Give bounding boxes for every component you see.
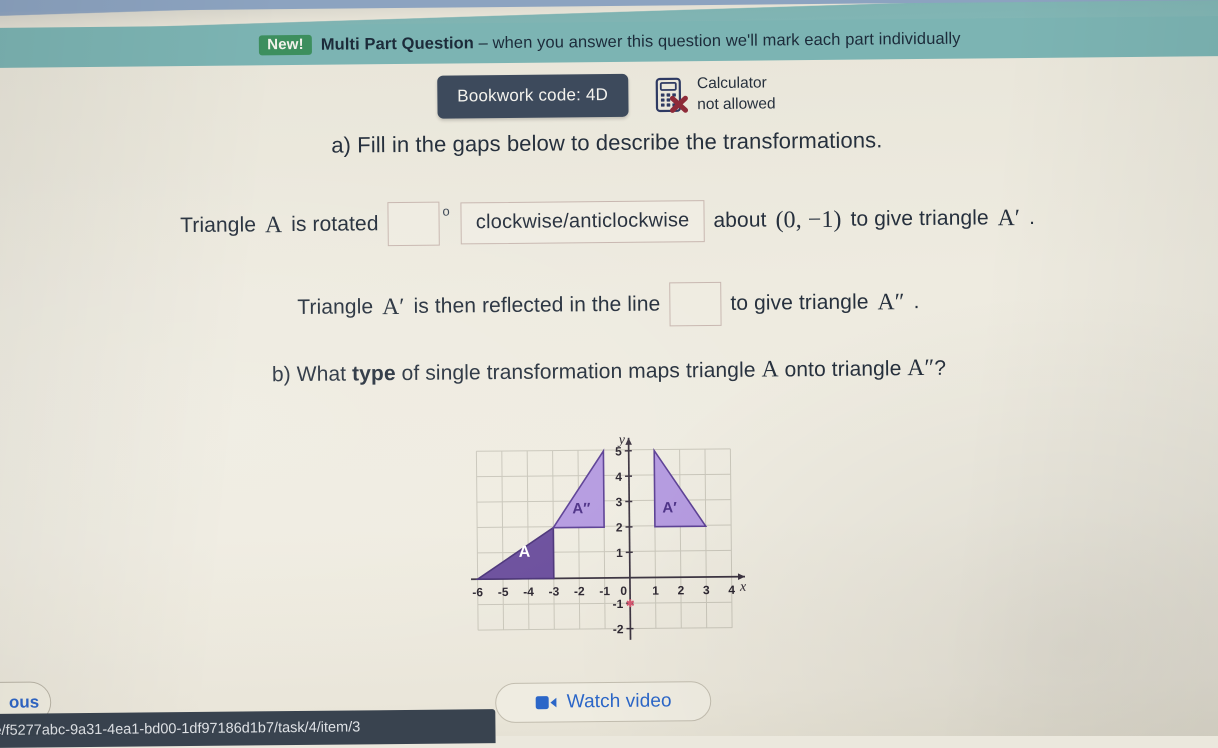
rotate-about: about	[713, 208, 766, 233]
reflect-tail: to give triangle	[730, 291, 868, 316]
reflect-result-shape: A″	[877, 289, 904, 316]
direction-select[interactable]: clockwise/anticlockwise	[461, 200, 705, 244]
y-axis-arrow	[625, 438, 632, 445]
y-tick-labels: 5 4 3 2 1 -1 -2	[611, 444, 624, 636]
calculator-not-allowed-icon	[654, 76, 688, 114]
svg-text:4: 4	[615, 470, 622, 484]
svg-text:3: 3	[616, 495, 623, 509]
bookwork-row: Bookwork code: 4D	[0, 68, 1216, 123]
triangle-a-label: A	[519, 544, 531, 561]
banner-text: Multi Part Question – when you answer th…	[321, 29, 961, 54]
status-bar: e/f5277abc-9a31-4ea1-bd00-1df97186d1b7/t…	[0, 709, 496, 748]
svg-text:1: 1	[616, 546, 623, 560]
axes	[470, 437, 746, 642]
calculator-label-line2: not allowed	[697, 94, 776, 115]
app-root: New! Multi Part Question – when you answ…	[0, 0, 1218, 742]
reflect-lead: Triangle	[297, 295, 373, 320]
rotation-angle-input[interactable]	[387, 202, 439, 246]
part-b-prompt: b) What type of single transformation ma…	[0, 352, 1218, 391]
rotate-verb: is rotated	[291, 212, 379, 237]
svg-text:-4: -4	[523, 585, 534, 599]
svg-text:-1: -1	[613, 597, 624, 611]
triangle-a-prime-label: A′	[662, 499, 677, 516]
svg-text:-2: -2	[613, 622, 624, 636]
svg-text:-1: -1	[599, 584, 610, 598]
rotation-sentence: Triangle A is rotated o clockwise/anticl…	[0, 194, 1217, 250]
calculator-status: Calculator not allowed	[654, 73, 776, 115]
graph-svg: A A″ A′ -6 -5 -4 -3 -2 -1 0 1 2 3 4	[456, 427, 758, 665]
reflection-sentence: Triangle A′ is then reflected in the lin…	[0, 277, 1218, 333]
svg-text:-5: -5	[498, 585, 509, 599]
x-axis-label: x	[739, 580, 747, 595]
part-a-prompt: a) Fill in the gaps below to describe th…	[0, 124, 1216, 162]
rotate-result-shape: A′	[998, 205, 1021, 232]
rotate-lead: Triangle	[180, 213, 256, 238]
reflect-period: .	[913, 290, 919, 314]
triangle-a-double-prime-label: A″	[572, 500, 590, 517]
part-b-bold-word: type	[352, 362, 396, 385]
part-b-shape-a: A	[761, 356, 778, 382]
svg-text:4: 4	[728, 583, 735, 597]
video-camera-icon	[535, 695, 557, 711]
coordinate-graph: A A″ A′ -6 -5 -4 -3 -2 -1 0 1 2 3 4	[456, 427, 758, 665]
calculator-label-line1: Calculator	[697, 73, 776, 94]
x-tick-labels: -6 -5 -4 -3 -2 -1 0 1 2 3 4	[472, 583, 735, 600]
reflect-shape-aprime: A′	[382, 293, 405, 320]
calculator-label: Calculator not allowed	[697, 73, 776, 115]
rotate-centre: (0, −1)	[775, 206, 841, 234]
svg-text:-3: -3	[549, 584, 560, 598]
bookwork-code-badge: Bookwork code: 4D	[437, 74, 628, 119]
svg-text:2: 2	[678, 583, 685, 597]
rotate-tail: to give triangle	[850, 206, 988, 231]
banner-bold-lead: Multi Part Question	[321, 34, 474, 53]
rotate-shape-a: A	[265, 212, 282, 239]
part-b-mid2: onto triangle	[778, 357, 907, 381]
banner-rest: – when you answer this question we'll ma…	[474, 29, 961, 52]
watch-video-label: Watch video	[567, 690, 672, 713]
watch-video-button[interactable]: Watch video	[495, 681, 711, 723]
svg-text:-6: -6	[472, 585, 483, 599]
reflect-verb: is then reflected in the line	[413, 293, 660, 319]
browser-chrome-strip	[0, 0, 1218, 12]
svg-text:0: 0	[620, 584, 627, 598]
y-axis-label: y	[617, 433, 626, 448]
mirror-line-input[interactable]	[669, 282, 721, 326]
part-b-suffix: ?	[934, 357, 946, 380]
svg-text:3: 3	[703, 583, 710, 597]
degree-symbol: o	[442, 203, 449, 218]
part-b-mid: of single transformation maps triangle	[396, 359, 762, 386]
svg-text:2: 2	[616, 520, 623, 534]
multi-part-question-banner: New! Multi Part Question – when you answ…	[0, 16, 1218, 68]
part-b-shape-adoubleprime: A″	[907, 355, 934, 381]
rotate-period: .	[1029, 206, 1035, 230]
triangle-a-shape	[477, 528, 554, 580]
new-badge: New!	[259, 35, 312, 56]
svg-text:-2: -2	[574, 584, 585, 598]
part-b-prefix: b) What	[272, 362, 352, 386]
svg-text:1: 1	[652, 584, 659, 598]
